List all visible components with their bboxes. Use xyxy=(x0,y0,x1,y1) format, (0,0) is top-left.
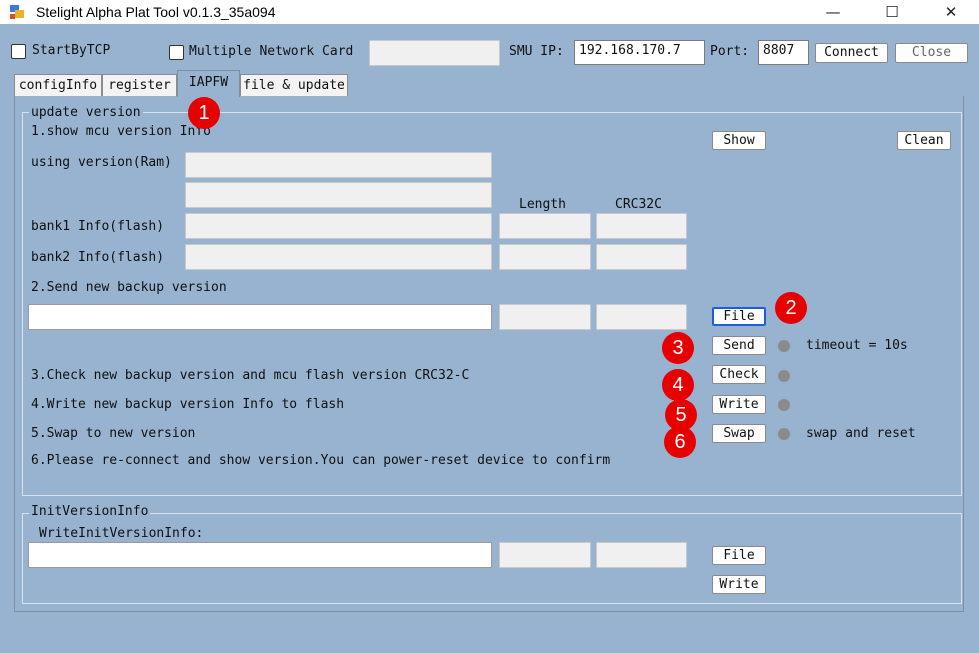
app-icon xyxy=(10,5,24,19)
bank2-info-field xyxy=(185,244,492,270)
send-button[interactable]: Send xyxy=(712,336,766,355)
tab-file-update[interactable]: file & update xyxy=(240,74,348,96)
init-version-file-input[interactable] xyxy=(28,542,492,568)
bank1-info-field xyxy=(185,213,492,239)
backup-file-path-input[interactable] xyxy=(28,304,492,330)
using-version-label: using version(Ram) xyxy=(31,155,172,170)
step4-label: 4.Write new backup version Info to flash xyxy=(31,397,345,412)
write-status-led xyxy=(778,399,790,411)
init-crc-field xyxy=(596,542,687,568)
using-version-field-2 xyxy=(185,182,492,208)
show-button[interactable]: Show xyxy=(712,131,766,150)
step6-label: 6.Please re-connect and show version.You… xyxy=(31,453,611,468)
tab-register[interactable]: register xyxy=(102,74,177,96)
tab-iapfw[interactable]: IAPFW xyxy=(177,70,240,97)
clean-button[interactable]: Clean xyxy=(897,131,951,150)
init-file-button[interactable]: File xyxy=(712,546,766,565)
update-version-title: update version xyxy=(29,105,143,120)
step3-label: 3.Check new backup version and mcu flash… xyxy=(31,368,470,383)
step2-label: 2.Send new backup version xyxy=(31,280,227,295)
smu-ip-label: SMU IP: xyxy=(509,44,564,59)
minimize-button[interactable]: — xyxy=(810,0,856,24)
close-window-button[interactable]: ✕ xyxy=(928,0,974,24)
step1-label: 1.show mcu version Info xyxy=(31,124,212,139)
port-input[interactable]: 8807 xyxy=(758,40,809,65)
write-button[interactable]: Write xyxy=(712,395,766,414)
tab-configinfo[interactable]: configInfo xyxy=(14,74,102,96)
multiple-network-card-checkbox[interactable] xyxy=(169,45,184,60)
crc32c-column-label: CRC32C xyxy=(615,197,662,212)
annotation-badge-6: 6 xyxy=(664,426,696,458)
write-init-version-label: WriteInitVersionInfo: xyxy=(39,526,204,541)
init-version-title: InitVersionInfo xyxy=(29,504,151,519)
send-status-led xyxy=(778,340,790,352)
annotation-badge-2: 2 xyxy=(775,292,807,324)
bank2-label: bank2 Info(flash) xyxy=(31,250,165,265)
window-title: Stelight Alpha Plat Tool v0.1.3_35a094 xyxy=(36,4,276,20)
start-by-tcp-checkbox[interactable] xyxy=(11,44,26,59)
bank1-crc-field xyxy=(596,213,687,239)
multiple-network-card-label: Multiple Network Card xyxy=(189,44,354,59)
init-length-field xyxy=(499,542,591,568)
bank2-length-field xyxy=(499,244,591,270)
swap-status-led xyxy=(778,428,790,440)
bank1-length-field xyxy=(499,213,591,239)
connect-button[interactable]: Connect xyxy=(815,43,888,63)
annotation-badge-4: 4 xyxy=(662,369,694,401)
annotation-badge-3: 3 xyxy=(662,332,694,364)
check-status-led xyxy=(778,370,790,382)
backup-length-field xyxy=(499,304,591,330)
step5-label: 5.Swap to new version xyxy=(31,426,196,441)
network-card-select[interactable] xyxy=(369,40,500,66)
smu-ip-input[interactable]: 192.168.170.7 xyxy=(574,40,705,65)
timeout-label: timeout = 10s xyxy=(806,338,908,353)
annotation-badge-1: 1 xyxy=(188,97,220,129)
init-write-button[interactable]: Write xyxy=(712,575,766,594)
close-connection-button[interactable]: Close xyxy=(895,43,968,63)
start-by-tcp-label: StartByTCP xyxy=(32,43,111,58)
bank2-crc-field xyxy=(596,244,687,270)
backup-crc-field xyxy=(596,304,687,330)
length-column-label: Length xyxy=(519,197,566,212)
swap-button[interactable]: Swap xyxy=(712,424,766,443)
port-label: Port: xyxy=(710,44,750,59)
bank1-label: bank1 Info(flash) xyxy=(31,219,165,234)
using-version-field xyxy=(185,152,492,178)
swap-note-label: swap and reset xyxy=(806,426,916,441)
maximize-button[interactable]: ☐ xyxy=(869,0,915,24)
check-button[interactable]: Check xyxy=(712,365,766,384)
file-button[interactable]: File xyxy=(712,307,766,326)
